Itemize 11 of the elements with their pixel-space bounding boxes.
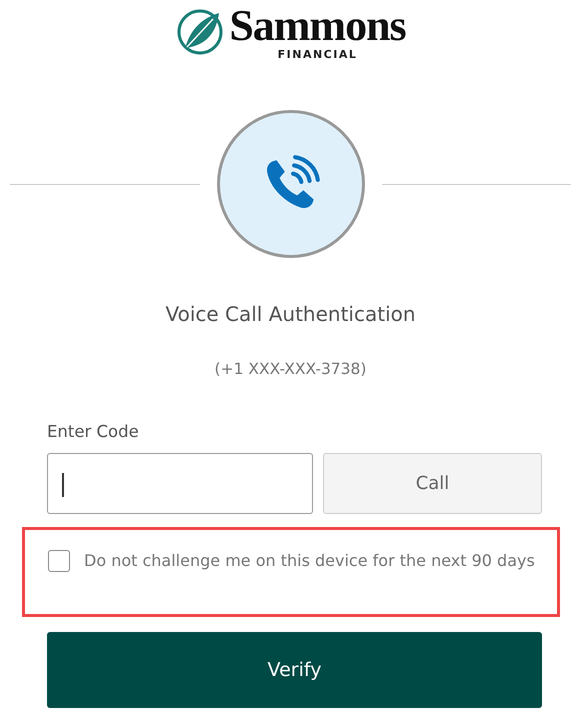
code-input-field[interactable] (47, 453, 313, 514)
brand-name: Sammons (229, 4, 406, 48)
call-button[interactable]: Call (323, 453, 542, 514)
phone-number: (+1 XXX-XXX-3738) (214, 360, 368, 378)
checkbox[interactable] (48, 550, 70, 572)
page-title: Voice Call Authentication (164, 302, 417, 326)
field-label: Enter Code (47, 422, 140, 441)
brand-subtitle: FINANCIAL (278, 48, 358, 62)
verify-button[interactable]: Verify (47, 632, 542, 708)
leaf-logo-icon (175, 7, 226, 57)
checkbox-label: Do not challenge me on this device for the next 90 days (84, 550, 535, 572)
